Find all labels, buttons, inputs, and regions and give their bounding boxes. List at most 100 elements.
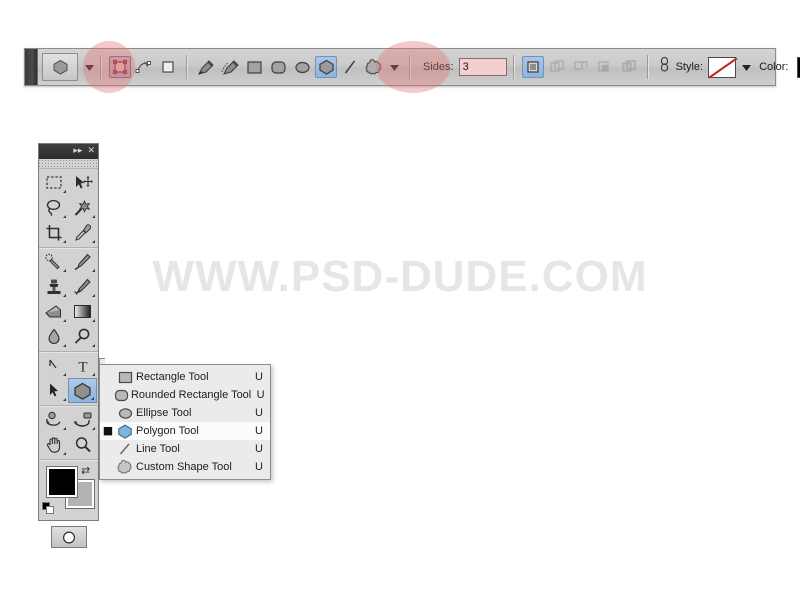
paths-icon [135,61,151,73]
freeform-pen-icon [221,59,239,75]
exclude-overlapping-shape-areas-button[interactable] [594,56,616,78]
flyout-corner-icon [92,269,95,272]
pen-path-icon [48,359,57,368]
flyout-corner-icon [63,215,66,218]
geometry-options-caret[interactable] [390,58,399,76]
caret-down-icon [85,65,94,71]
move-tool[interactable] [68,170,97,195]
flyout-item-label: Rounded Rectangle Tool [130,389,252,401]
eraser-tool[interactable] [39,299,68,324]
close-panel-icon[interactable]: ✕ [87,147,95,156]
rectangle-tool-button[interactable] [243,56,265,78]
gradient-tool[interactable] [68,299,97,324]
tool-preset-picker[interactable] [42,53,78,81]
flyout-item-ellipse-tool[interactable]: Ellipse Tool U [100,404,270,422]
flyout-item-rounded-rectangle-tool[interactable]: Rounded Rectangle Tool U [100,386,270,404]
flyout-corner-icon [63,344,66,347]
link-styles-button[interactable] [659,56,670,78]
default-background [46,506,54,514]
svg-text:T: T [78,359,87,374]
tool-group-navigation [39,406,98,460]
flyout-item-rectangle-tool[interactable]: Rectangle Tool U [100,368,270,386]
tools-panel-grip[interactable] [39,159,98,169]
quick-mask-mode-button[interactable] [50,526,87,548]
type-tool[interactable]: T [68,353,97,378]
subtract-from-shape-area-button[interactable] [546,56,568,78]
pen-tool-button[interactable] [195,56,217,78]
flyout-corner-icon [92,427,95,430]
options-bar-drag-grip[interactable] [25,49,38,85]
healing-brush-tool[interactable] [39,249,68,274]
3d-orbit-tool[interactable] [68,407,97,432]
hand-icon [46,436,60,453]
flyout-corner-icon [63,452,66,455]
paths-mode-button[interactable] [133,56,155,78]
direct-selection-tool[interactable] [39,378,68,403]
shape-tool-flyout-menu[interactable]: Rectangle Tool U Rounded Rectangle Tool … [99,364,271,480]
flyout-item-custom-shape-tool[interactable]: Custom Shape Tool U [100,458,270,476]
intersect-shape-areas-button[interactable] [570,56,592,78]
flyout-item-label: Ellipse Tool [136,407,192,419]
flyout-corner-icon [92,215,95,218]
color-label: Color: [759,61,789,73]
sides-label: Sides: [423,61,454,73]
collapse-panel-icon[interactable]: ▸▸ [73,147,82,156]
history-brush-tool[interactable] [68,274,97,299]
tools-panel-titlebar[interactable]: ▸▸ ✕ [39,144,98,159]
polygon-tool-button[interactable] [315,56,337,78]
combine-intersect-icon [597,61,609,72]
default-colors-icon[interactable] [42,502,54,514]
brush-tool[interactable] [68,249,97,274]
sides-input[interactable] [458,58,507,76]
clone-stamp-icon [47,279,60,294]
lasso-tool[interactable] [39,195,68,220]
path-selection-tool[interactable] [39,353,68,378]
eyedropper-tool[interactable] [68,220,97,245]
shape-layers-mode-button[interactable] [109,56,131,78]
style-caret[interactable] [742,58,752,76]
style-swatch[interactable] [708,56,737,78]
combine-exclude-button[interactable] [618,56,640,78]
ellipse-icon [294,61,310,73]
crop-tool[interactable] [39,220,68,245]
flyout-item-polygon-tool[interactable]: ■ Polygon Tool U [100,422,270,440]
swap-colors-icon[interactable]: ⇄ [81,464,90,477]
blur-tool[interactable] [39,324,68,349]
shape-tool[interactable] [68,378,97,403]
fill-pixels-mode-button[interactable] [157,56,179,78]
rectangular-marquee-tool[interactable] [39,170,68,195]
zoom-tool[interactable] [68,432,97,457]
dodge-tool[interactable] [68,324,97,349]
foreground-color-swatch[interactable] [47,467,77,497]
rectangle-icon [114,371,136,384]
magic-wand-tool[interactable] [68,195,97,220]
hand-tool[interactable] [39,432,68,457]
combine-exclude-icon [622,60,636,72]
flyout-item-line-tool[interactable]: Line Tool U [100,440,270,458]
ellipse-icon [114,407,136,420]
line-tool-button[interactable] [339,56,361,78]
ellipse-tool-button[interactable] [291,56,313,78]
flyout-corner-icon [92,240,95,243]
3d-rotate-tool[interactable] [39,407,68,432]
rectangle-icon [246,60,262,74]
flyout-item-label: Rectangle Tool [136,371,209,383]
eyedropper-icon [74,223,91,241]
caret-down-icon [390,65,399,71]
zoom-magnifier-icon [75,436,91,452]
flyout-corner-icon [92,373,95,376]
3d-object-rotate-icon [45,411,61,426]
tool-preset-caret[interactable] [85,58,94,76]
tool-group-selection [39,169,98,248]
freeform-pen-tool-button[interactable] [219,56,241,78]
custom-shape-tool-button[interactable] [363,56,385,78]
clone-stamp-tool[interactable] [39,274,68,299]
style-label: Style: [675,61,704,73]
flyout-corner-icon [63,240,66,243]
flyout-corner-icon [63,190,66,193]
add-to-shape-area-button[interactable] [521,56,544,78]
polygon-icon [318,59,334,75]
site-watermark: WWW.PSD-DUDE.COM [152,252,648,301]
flyout-corner-icon [91,397,94,400]
rounded-rectangle-tool-button[interactable] [267,56,289,78]
